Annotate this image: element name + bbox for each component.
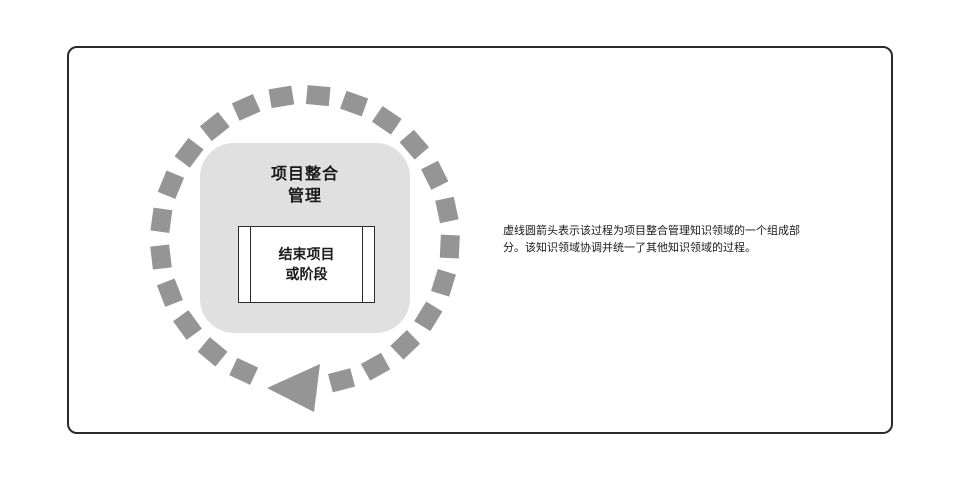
process-label-line1: 结束项目 — [278, 247, 335, 263]
dash-segment — [390, 329, 421, 360]
dash-segment — [439, 234, 460, 259]
dash-segment — [268, 85, 295, 109]
process-label: 结束项目 或阶段 — [251, 245, 362, 285]
dash-segment — [173, 310, 202, 340]
dash-segment — [327, 368, 356, 393]
process-box: 结束项目 或阶段 — [238, 226, 375, 303]
process-box-left-bar — [239, 227, 251, 302]
dash-segment — [340, 90, 369, 117]
dash-segment — [431, 269, 456, 297]
dash-segment — [360, 352, 391, 381]
dash-segment — [421, 160, 449, 190]
dash-segment — [199, 111, 230, 142]
dash-segment — [371, 105, 402, 135]
dash-segment — [157, 170, 185, 200]
process-label-line2: 或阶段 — [285, 267, 328, 283]
arrow-head-icon — [267, 364, 320, 412]
dash-segment — [399, 129, 430, 160]
dashed-circular-arrow-icon — [150, 85, 460, 412]
knowledge-area-title-line2: 管理 — [287, 186, 322, 205]
dash-segment — [305, 85, 331, 107]
dash-segment — [150, 207, 173, 233]
dash-segment — [156, 278, 183, 307]
dash-segment — [414, 301, 443, 332]
knowledge-area-title: 项目整合 管理 — [200, 163, 410, 207]
dash-segment — [229, 357, 259, 385]
dash-segment — [197, 337, 228, 367]
dash-segment — [435, 196, 459, 224]
dash-segment — [150, 244, 172, 270]
process-box-right-bar — [362, 227, 374, 302]
dash-segment — [231, 94, 261, 121]
description-text: 虚线圆箭头表示该过程为项目整合管理知识领域的一个组成部分。该知识领域协调并统一了… — [503, 224, 800, 254]
knowledge-area-title-line1: 项目整合 — [270, 164, 339, 183]
